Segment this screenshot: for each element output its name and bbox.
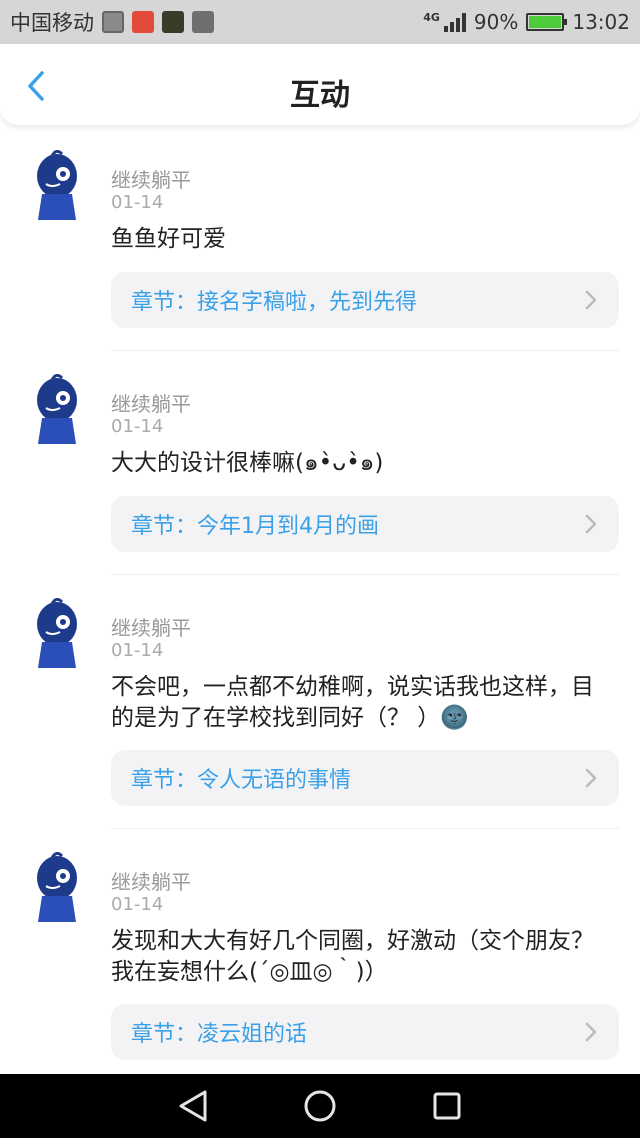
username[interactable]: 继续躺平 — [111, 612, 191, 641]
comment-date: 01-14 — [111, 640, 164, 661]
chapter-link[interactable]: 章节：凌云姐的话 — [111, 1004, 619, 1060]
status-bar: 中国移动 4G 90% 13:02 — [0, 0, 640, 44]
comment-date: 01-14 — [111, 416, 164, 437]
comment-date: 01-14 — [111, 894, 164, 915]
home-nav-button[interactable] — [300, 1086, 340, 1126]
signal-icon — [443, 12, 466, 32]
avatar[interactable] — [32, 852, 82, 924]
username[interactable]: 继续躺平 — [111, 866, 191, 895]
chapter-link[interactable]: 章节：接名字稿啦，先到先得 — [111, 272, 619, 328]
battery-percent: 90% — [473, 10, 519, 34]
username[interactable]: 继续躺平 — [111, 164, 191, 193]
chapter-link[interactable]: 章节：今年1月到4月的画 — [111, 496, 619, 552]
comment-text: 发现和大大有好几个同圈，好激动（交个朋友？我在妄想什么(´◎皿◎｀)） — [111, 928, 594, 985]
gallery-notification-icon — [102, 11, 124, 33]
chevron-right-icon — [585, 514, 597, 534]
system-navigation-bar — [0, 1074, 640, 1138]
triangle-back-icon — [179, 1090, 207, 1122]
chevron-right-icon — [585, 290, 597, 310]
circle-home-icon — [304, 1090, 336, 1122]
chapter-label: 章节：接名字稿啦，先到先得 — [131, 290, 418, 315]
square-recents-icon — [433, 1092, 461, 1120]
recents-nav-button[interactable] — [427, 1086, 467, 1126]
comment-text: 大大的设计很棒嘛(๑•̀ᴗ•̀๑) — [111, 450, 384, 476]
comment-text: 不会吧，一点都不幼稚啊，说实话我也这样，目的是为了在学校找到同好（？ ）🌚 — [111, 674, 594, 731]
chapter-link[interactable]: 章节：令人无语的事情 — [111, 750, 619, 806]
username[interactable]: 继续躺平 — [111, 388, 191, 417]
avatar[interactable] — [32, 598, 82, 670]
back-nav-button[interactable] — [173, 1086, 213, 1126]
chapter-label: 章节：今年1月到4月的画 — [131, 514, 379, 539]
avatar[interactable] — [32, 150, 82, 222]
battery-icon — [526, 13, 568, 31]
comment-text: 鱼鱼好可爱 — [111, 226, 226, 252]
comment-date: 01-14 — [111, 192, 164, 213]
status-left: 中国移动 — [10, 7, 214, 37]
divider — [111, 350, 619, 351]
divider — [111, 828, 619, 829]
chevron-right-icon — [585, 1022, 597, 1042]
clock: 13:02 — [572, 10, 630, 34]
avatar[interactable] — [32, 374, 82, 446]
network-type-label: 4G — [423, 10, 440, 24]
page-title: 互动 — [290, 78, 350, 113]
game-notification-icon — [162, 11, 184, 33]
chapter-label: 章节：令人无语的事情 — [131, 768, 352, 793]
divider — [111, 574, 619, 575]
app-notification-icon — [132, 11, 154, 33]
chevron-right-icon — [585, 768, 597, 788]
image-notification-icon — [192, 11, 214, 33]
carrier-label: 中国移动 — [10, 11, 94, 35]
chapter-label: 章节：凌云姐的话 — [131, 1022, 308, 1047]
status-right: 4G 90% 13:02 — [423, 10, 630, 34]
navigation-bar: 互动 — [0, 44, 640, 126]
